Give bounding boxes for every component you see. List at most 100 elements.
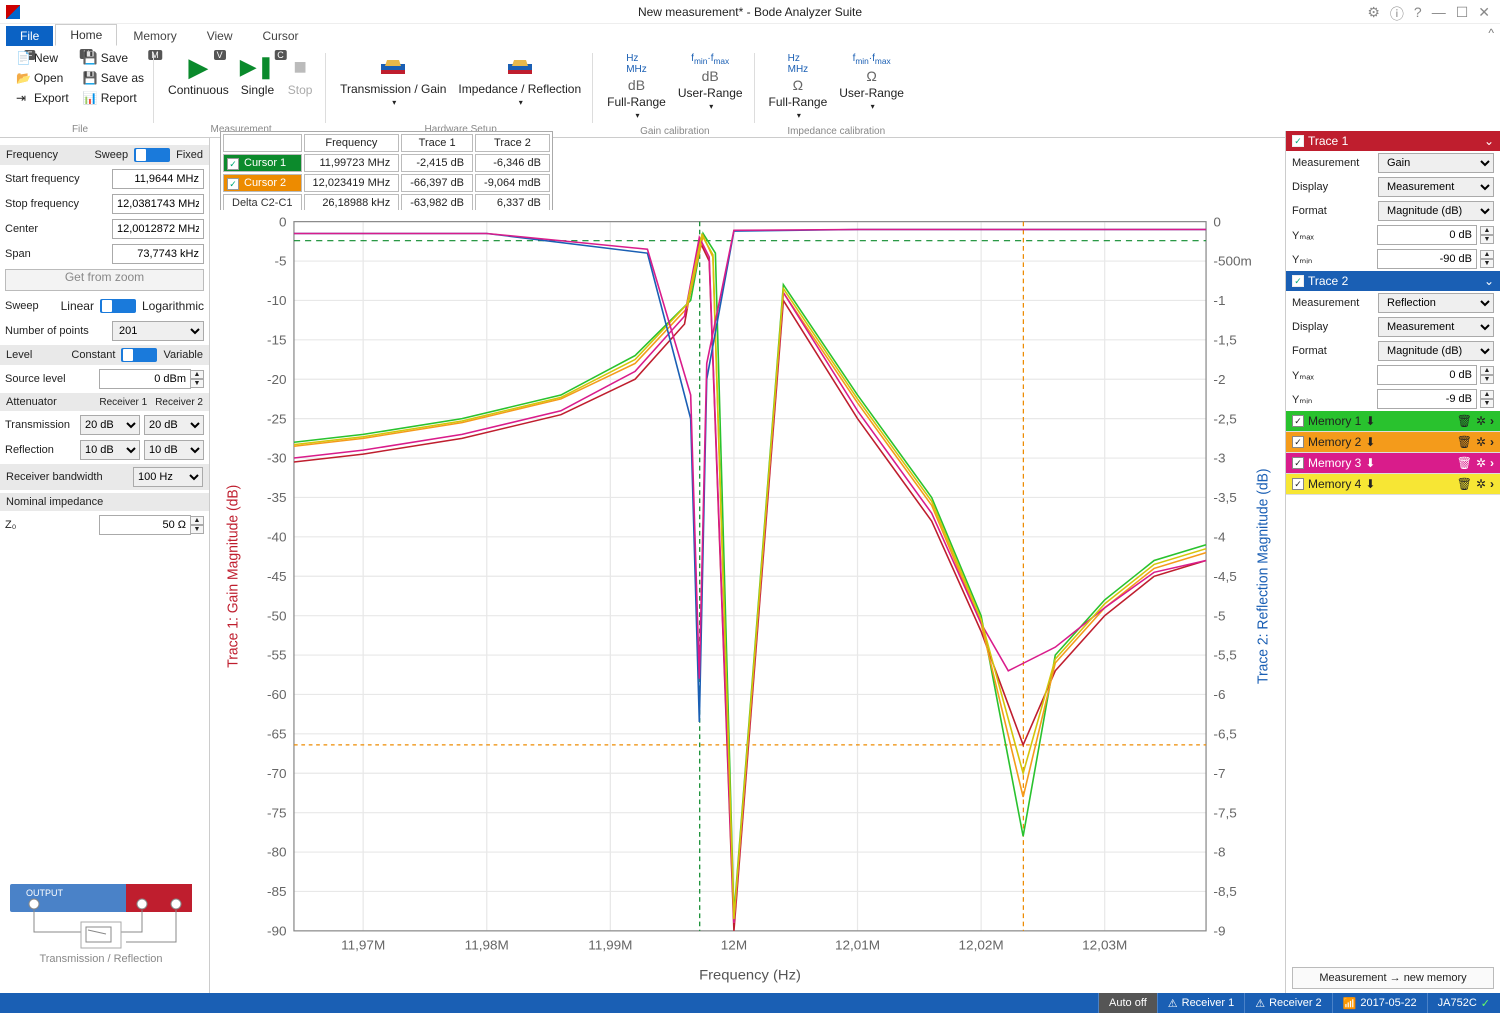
auto-off-status[interactable]: Auto off <box>1098 993 1157 1013</box>
options-icon[interactable]: ✲ <box>1476 414 1486 428</box>
npoints-select[interactable]: 201 <box>112 321 204 341</box>
chevron-right-icon[interactable]: › <box>1490 456 1494 470</box>
t1-ymin-input[interactable] <box>1377 249 1477 269</box>
checkbox-icon[interactable]: ✓ <box>227 158 239 170</box>
stop-button[interactable]: ■ Stop <box>280 49 320 101</box>
t1-measurement-select[interactable]: Gain <box>1378 153 1494 173</box>
rbw-select[interactable]: 100 Hz <box>133 467 203 487</box>
refl-r2-select[interactable]: 10 dB <box>144 440 204 460</box>
t1-display-select[interactable]: Measurement <box>1378 177 1494 197</box>
download-icon[interactable]: ⬇ <box>1365 456 1375 470</box>
memory4-row[interactable]: ✓Memory 4⬇🗑✲› <box>1286 474 1500 495</box>
imp-fullrange-button[interactable]: HzMHz Ω Full-Range <box>763 49 834 124</box>
refl-r1-select[interactable]: 10 dB <box>80 440 140 460</box>
trace2-header[interactable]: ✓Trace 2⌄ <box>1286 271 1500 291</box>
t2-ymin-input[interactable] <box>1377 389 1477 409</box>
stop-freq-input[interactable] <box>112 194 204 214</box>
options-icon[interactable]: ✲ <box>1476 456 1486 470</box>
chevron-right-icon[interactable]: › <box>1490 414 1494 428</box>
collapse-ribbon-icon[interactable]: ^ <box>1488 26 1494 40</box>
new-memory-button[interactable]: Measurement → new memory <box>1292 967 1494 989</box>
trash-icon[interactable]: 🗑 <box>1457 414 1472 428</box>
svg-text:-25: -25 <box>267 412 287 427</box>
report-button[interactable]: 📊Report <box>79 89 148 107</box>
connection-diagram[interactable]: OUTPUT CH 1 CH 2 Transmission / Reflecti… <box>6 882 196 967</box>
chevron-right-icon[interactable]: › <box>1490 435 1494 449</box>
svg-text:Transmission / Reflection: Transmission / Reflection <box>39 953 162 965</box>
save-as-button[interactable]: 💾Save as <box>79 69 148 87</box>
tab-memory[interactable]: MemoryM <box>119 26 190 46</box>
get-from-zoom-button[interactable]: Get from zoom <box>5 269 204 291</box>
download-icon[interactable]: ⬇ <box>1365 414 1375 428</box>
cursor2-row[interactable]: ✓Cursor 2 <box>223 174 302 192</box>
tab-view[interactable]: ViewV <box>193 26 247 46</box>
imp-userrange-button[interactable]: fmin·fmax Ω User-Range <box>833 49 910 124</box>
gain-fullrange-button[interactable]: HzMHz dB Full-Range <box>601 49 672 124</box>
cursor1-row[interactable]: ✓Cursor 1 <box>223 154 302 172</box>
receiver2-status[interactable]: ⚠Receiver 2 <box>1244 993 1331 1013</box>
t2-display-select[interactable]: Measurement <box>1378 317 1494 337</box>
gain-userrange-button[interactable]: fmin·fmax dB User-Range <box>672 49 749 124</box>
t2-format-select[interactable]: Magnitude (dB) <box>1378 341 1494 361</box>
close-button[interactable]: ✕ <box>1478 4 1490 24</box>
memory3-row[interactable]: ✓Memory 3⬇🗑✲› <box>1286 453 1500 474</box>
memory1-row[interactable]: ✓Memory 1⬇🗑✲› <box>1286 411 1500 432</box>
help-icon[interactable]: ? <box>1414 4 1422 24</box>
info-icon[interactable]: ⓘ <box>1390 4 1404 24</box>
svg-text:-6,5: -6,5 <box>1213 727 1236 742</box>
tab-file[interactable]: FileF <box>6 26 53 46</box>
tab-cursor[interactable]: CursorC <box>249 26 313 46</box>
center-freq-input[interactable] <box>112 219 204 239</box>
checkbox-icon[interactable]: ✓ <box>227 178 239 190</box>
svg-text:11,97M: 11,97M <box>341 938 385 953</box>
t2-ymax-input[interactable] <box>1377 365 1477 385</box>
svg-text:-5: -5 <box>1213 609 1225 624</box>
trash-icon[interactable]: 🗑 <box>1457 456 1472 470</box>
trans-r1-select[interactable]: 20 dB <box>80 415 140 435</box>
options-icon[interactable]: ✲ <box>1476 435 1486 449</box>
svg-text:-1: -1 <box>1213 293 1225 308</box>
chevron-down-icon[interactable]: ⌄ <box>1484 134 1494 148</box>
trash-icon[interactable]: 🗑 <box>1457 435 1472 449</box>
continuous-button[interactable]: ▶ Continuous <box>162 49 235 101</box>
gain-cal-group-label: Gain calibration <box>601 124 748 139</box>
trace1-header[interactable]: ✓Trace 1⌄ <box>1286 131 1500 151</box>
receiver1-status[interactable]: ⚠Receiver 1 <box>1157 993 1244 1013</box>
sweep-fixed-toggle[interactable] <box>134 148 170 162</box>
z0-input[interactable] <box>99 515 191 535</box>
impedance-reflection-button[interactable]: Impedance / Reflection <box>452 49 587 111</box>
open-button[interactable]: 📂Open <box>12 69 73 87</box>
download-icon[interactable]: ⬇ <box>1365 435 1375 449</box>
tab-home[interactable]: HomeH <box>55 24 117 46</box>
download-icon[interactable]: ⬇ <box>1365 477 1375 491</box>
trash-icon[interactable]: 🗑 <box>1457 477 1472 491</box>
maximize-button[interactable]: ☐ <box>1456 4 1469 24</box>
linear-log-toggle[interactable] <box>100 299 136 313</box>
svg-text:Trace 1: Gain Magnitude (dB): Trace 1: Gain Magnitude (dB) <box>225 485 241 668</box>
constant-variable-toggle[interactable] <box>121 348 157 362</box>
span-input[interactable] <box>112 244 204 264</box>
chart[interactable]: 0-5-10-15-20-25-30-35-40-45-50-55-60-65-… <box>220 210 1280 989</box>
hz-mhz-label: HzMHz <box>626 53 647 75</box>
chevron-right-icon[interactable]: › <box>1490 477 1494 491</box>
single-button[interactable]: ▶❚ Single <box>235 49 280 101</box>
warning-icon: ⚠ <box>1168 997 1178 1010</box>
chevron-down-icon[interactable]: ⌄ <box>1484 274 1494 288</box>
save-button[interactable]: 💾Save <box>79 49 148 67</box>
options-icon[interactable]: ✲ <box>1476 477 1486 491</box>
settings-icon[interactable]: ⚙ <box>1367 4 1380 24</box>
new-button[interactable]: 📄New <box>12 49 73 67</box>
memory2-row[interactable]: ✓Memory 2⬇🗑✲› <box>1286 432 1500 453</box>
level-section: Level <box>6 349 32 361</box>
checkbox-icon[interactable]: ✓ <box>1292 135 1304 147</box>
minimize-button[interactable]: — <box>1432 4 1446 24</box>
t1-ymax-input[interactable] <box>1377 225 1477 245</box>
t2-measurement-select[interactable]: Reflection <box>1378 293 1494 313</box>
t1-format-select[interactable]: Magnitude (dB) <box>1378 201 1494 221</box>
trans-r2-select[interactable]: 20 dB <box>144 415 204 435</box>
checkbox-icon[interactable]: ✓ <box>1292 275 1304 287</box>
source-level-input[interactable] <box>99 369 191 389</box>
start-freq-input[interactable] <box>112 169 204 189</box>
export-button[interactable]: ⇥Export <box>12 89 73 107</box>
transmission-gain-button[interactable]: Transmission / Gain <box>334 49 452 111</box>
